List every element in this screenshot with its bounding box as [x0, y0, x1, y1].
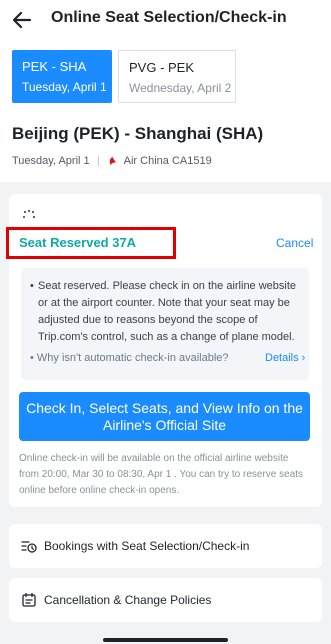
notice-text: • Seat reserved. Please check in on the …	[30, 278, 303, 346]
segment-date: Tuesday, April 1	[22, 80, 107, 94]
flight-meta: Tuesday, April 1 Air China CA1519	[12, 155, 212, 167]
seat-reserved-status: Seat Reserved 37A	[19, 235, 137, 250]
history-icon	[21, 541, 37, 553]
row-label: Cancellation & Change Policies	[44, 593, 212, 607]
segment-date: Wednesday, April 2	[129, 81, 232, 95]
calendar-policy-icon	[22, 592, 36, 607]
air-china-logo-icon	[109, 156, 116, 165]
airline-flight-number: Air China CA1519	[123, 155, 212, 167]
notice-body: Seat reserved. Please check in on the ai…	[38, 280, 297, 343]
bullet: •	[30, 280, 34, 292]
page-title: Online Seat Selection/Check-in	[51, 9, 287, 26]
home-indicator	[103, 638, 228, 642]
notice-box: • Seat reserved. Please check in on the …	[21, 268, 309, 380]
cancellation-policies-link[interactable]: Cancellation & Change Policies	[9, 578, 322, 622]
row-label: Bookings with Seat Selection/Check-in	[44, 539, 250, 553]
flight-info: Beijing (PEK) - Shanghai (SHA) Tuesday, …	[0, 110, 331, 182]
airline-site-button[interactable]: Check In, Select Seats, and View Info on…	[19, 392, 310, 441]
bookings-seat-selection-link[interactable]: Bookings with Seat Selection/Check-in	[9, 524, 322, 568]
divider	[97, 156, 99, 166]
flight-route-title: Beijing (PEK) - Shanghai (SHA)	[12, 124, 264, 143]
auto-checkin-question: • Why isn't automatic check-in available…	[30, 352, 229, 364]
cancel-reservation-link[interactable]: Cancel	[276, 236, 313, 250]
details-link[interactable]: Details ›	[265, 352, 305, 364]
top-bar: Online Seat Selection/Check-in	[0, 0, 331, 40]
loading-dots-icon	[22, 210, 36, 220]
arrow-left-icon[interactable]	[10, 8, 34, 32]
segment-route: PEK - SHA	[22, 59, 87, 74]
flight-date: Tuesday, April 1	[12, 155, 90, 167]
segment-tabs: PEK - SHA Tuesday, April 1 PVG - PEK Wed…	[0, 40, 331, 110]
checkin-window-note: Online check-in will be available on the…	[19, 453, 304, 496]
segment-tab-pvg-pek[interactable]: PVG - PEK Wednesday, April 2	[118, 50, 236, 103]
segment-tab-pek-sha[interactable]: PEK - SHA Tuesday, April 1	[12, 50, 112, 103]
segment-route: PVG - PEK	[129, 60, 195, 75]
